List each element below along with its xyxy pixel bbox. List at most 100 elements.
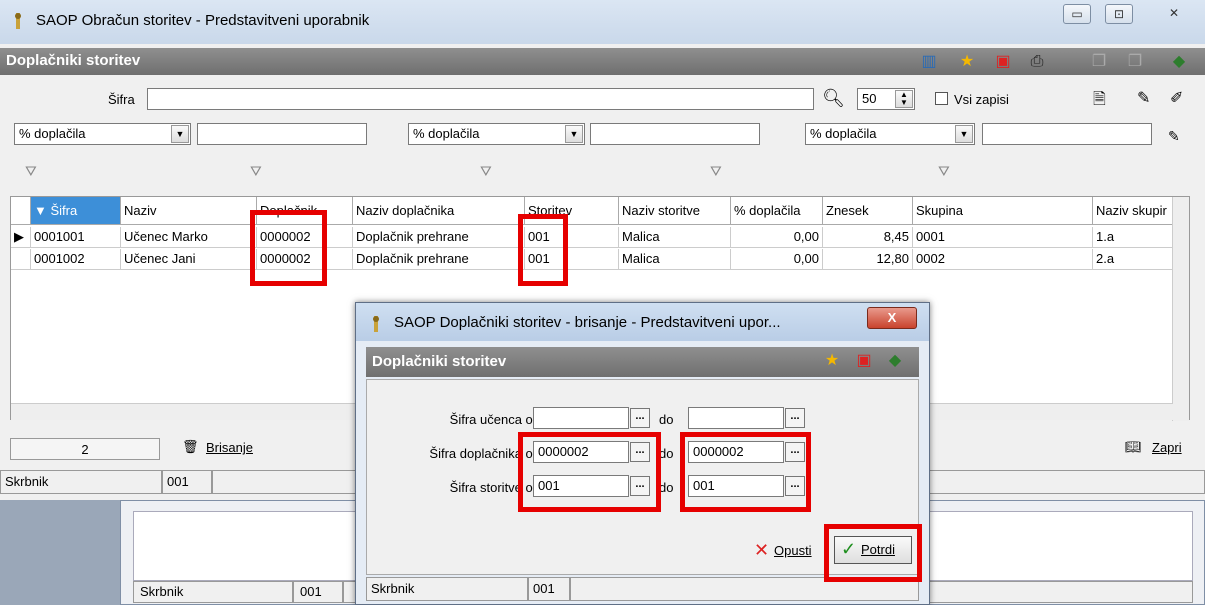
- dialog-status-code: 001: [528, 577, 570, 601]
- maximize-button[interactable]: ⊡: [1105, 4, 1133, 24]
- ucenec-from-input[interactable]: [533, 407, 629, 429]
- cell-sifra[interactable]: 0001002: [31, 249, 121, 270]
- cell-naziv-storitve[interactable]: Malica: [619, 227, 731, 248]
- filter-value-3[interactable]: [982, 123, 1152, 145]
- close-window-button[interactable]: ✕: [1160, 4, 1188, 24]
- sifra-label: Šifra: [108, 92, 135, 107]
- cell-doplacila[interactable]: 0,00: [731, 249, 823, 270]
- delete-icon[interactable]: 🗑︎: [182, 439, 199, 455]
- favorite-star-icon[interactable]: ★: [956, 51, 978, 73]
- cell-znesek[interactable]: 12,80: [823, 249, 913, 270]
- help-book-icon[interactable]: ◆: [1168, 51, 1190, 73]
- dialog-close-button[interactable]: X: [867, 307, 917, 329]
- cell-doplacila[interactable]: 0,00: [731, 227, 823, 248]
- close-book-icon[interactable]: 📖︎: [1125, 439, 1142, 455]
- cell-naziv[interactable]: Učenec Marko: [121, 227, 257, 248]
- page-size-spinner[interactable]: ▲ ▼: [895, 90, 913, 108]
- filter-funnel-icon[interactable]: ⛛: [480, 163, 492, 180]
- close-button[interactable]: Zapri: [1152, 440, 1182, 455]
- column-header-naziv[interactable]: Naziv: [121, 197, 257, 225]
- sifra-search-input[interactable]: [147, 88, 814, 110]
- grid-header: ▼ Šifra Naziv Doplačnik Naziv doplačnika…: [11, 197, 1173, 225]
- search-icon[interactable]: 🔍︎: [822, 88, 845, 109]
- page-title: Doplačniki storitev: [6, 52, 141, 69]
- ucenec-to-lookup-button[interactable]: ...: [785, 408, 805, 428]
- filter-value-2[interactable]: [590, 123, 760, 145]
- dialog-title-bar: SAOP Doplačniki storitev - brisanje - Pr…: [356, 303, 929, 341]
- vertical-scrollbar[interactable]: [1172, 197, 1189, 421]
- filter-funnel-icon[interactable]: ⛛: [25, 163, 37, 180]
- cancel-button[interactable]: Opusti: [774, 543, 812, 558]
- table-row[interactable]: 0001002 Učenec Jani 0000002 Doplačnik pr…: [11, 249, 1173, 270]
- all-records-label: Vsi zapisi: [954, 92, 1009, 107]
- filter-field-2-value: % doplačila: [413, 126, 480, 141]
- dialog-header-title: Doplačniki storitev: [372, 353, 507, 370]
- edit-multiple-icon[interactable]: ✐: [1170, 88, 1183, 108]
- ucenec-from-lookup-button[interactable]: ...: [630, 408, 650, 428]
- cell-naziv-doplacnika[interactable]: Doplačnik prehrane: [353, 227, 525, 248]
- bg-status-label: Skrbnik: [133, 581, 293, 603]
- column-header-doplacila[interactable]: % doplačila: [731, 197, 823, 225]
- filter-funnel-icon[interactable]: ⛛: [938, 163, 950, 180]
- grid-settings-icon[interactable]: ▥: [918, 51, 940, 73]
- edit-record-icon[interactable]: ✎: [1137, 88, 1150, 108]
- to-label: do: [659, 480, 674, 495]
- print-icon[interactable]: ⎙: [1026, 51, 1048, 73]
- favorite-star-icon[interactable]: ★: [821, 350, 843, 372]
- all-records-checkbox[interactable]: [935, 92, 948, 105]
- header-bar: Doplačniki storitev ▥ ★ ▣ ⎙ ❐ ❐ ◆: [0, 48, 1205, 75]
- page-size-value: 50: [862, 91, 877, 106]
- cell-skupina[interactable]: 0001: [913, 227, 1093, 248]
- export-icon[interactable]: ▣: [992, 51, 1014, 73]
- column-header-znesek[interactable]: Znesek: [823, 197, 913, 225]
- filter-funnel-icon[interactable]: ⛛: [250, 163, 262, 180]
- table-row[interactable]: ▶ 0001001 Učenec Marko 0000002 Doplačnik…: [11, 227, 1173, 248]
- filter-value-1[interactable]: [197, 123, 367, 145]
- copy-icon[interactable]: ❐: [1088, 51, 1110, 73]
- status-label: Skrbnik: [0, 470, 162, 494]
- row-indicator: [11, 249, 31, 270]
- filter-funnel-icon[interactable]: ⛛: [710, 163, 722, 180]
- status-code: 001: [162, 470, 212, 494]
- chevron-down-icon[interactable]: ▼: [955, 125, 973, 143]
- ucenec-to-input[interactable]: [688, 407, 784, 429]
- cancel-x-icon[interactable]: ✕: [754, 540, 769, 561]
- chevron-down-icon[interactable]: ▼: [565, 125, 583, 143]
- record-count: 2: [10, 438, 160, 460]
- title-bar: SAOP Obračun storitev - Predstavitveni u…: [0, 0, 1205, 44]
- highlight-confirm-button: [824, 524, 922, 582]
- chevron-down-icon[interactable]: ▼: [171, 125, 189, 143]
- export-icon[interactable]: ▣: [853, 350, 875, 372]
- dialog-header-bar: Doplačniki storitev ★ ▣ ◆: [366, 347, 919, 377]
- paste-icon[interactable]: ❐: [1124, 51, 1146, 73]
- column-header-naziv-skupine[interactable]: Naziv skupir: [1093, 197, 1173, 225]
- page-size-input[interactable]: 50 ▲ ▼: [857, 88, 915, 110]
- to-label: do: [659, 412, 674, 427]
- cell-znesek[interactable]: 8,45: [823, 227, 913, 248]
- column-header-naziv-doplacnika[interactable]: Naziv doplačnika: [353, 197, 525, 225]
- column-header-sifra[interactable]: ▼ Šifra: [31, 197, 121, 225]
- cell-sifra[interactable]: 0001001: [31, 227, 121, 248]
- highlight-to-fields: [680, 432, 811, 512]
- to-label: do: [659, 446, 674, 461]
- new-record-icon[interactable]: 🗎: [1093, 88, 1106, 115]
- cell-naziv[interactable]: Učenec Jani: [121, 249, 257, 270]
- help-book-icon[interactable]: ◆: [884, 350, 906, 372]
- clear-filter-icon[interactable]: ✎: [1168, 128, 1180, 145]
- window-title: SAOP Obračun storitev - Predstavitveni u…: [36, 12, 370, 29]
- filter-field-3[interactable]: % doplačila ▼: [805, 123, 975, 145]
- cell-naziv-doplacnika[interactable]: Doplačnik prehrane: [353, 249, 525, 270]
- row-pointer-icon: ▶: [11, 227, 31, 248]
- cell-naziv-storitve[interactable]: Malica: [619, 249, 731, 270]
- filter-field-2[interactable]: % doplačila ▼: [408, 123, 585, 145]
- delete-button[interactable]: Brisanje: [206, 440, 253, 455]
- column-header-naziv-storitve[interactable]: Naziv storitve: [619, 197, 731, 225]
- app-icon: [373, 316, 379, 332]
- cell-naziv-skupine[interactable]: 1.a: [1093, 227, 1173, 248]
- filter-field-1[interactable]: % doplačila ▼: [14, 123, 191, 145]
- column-header-skupina[interactable]: Skupina: [913, 197, 1093, 225]
- bg-status-code: 001: [293, 581, 343, 603]
- cell-naziv-skupine[interactable]: 2.a: [1093, 249, 1173, 270]
- cell-skupina[interactable]: 0002: [913, 249, 1093, 270]
- minimize-button[interactable]: ▭: [1063, 4, 1091, 24]
